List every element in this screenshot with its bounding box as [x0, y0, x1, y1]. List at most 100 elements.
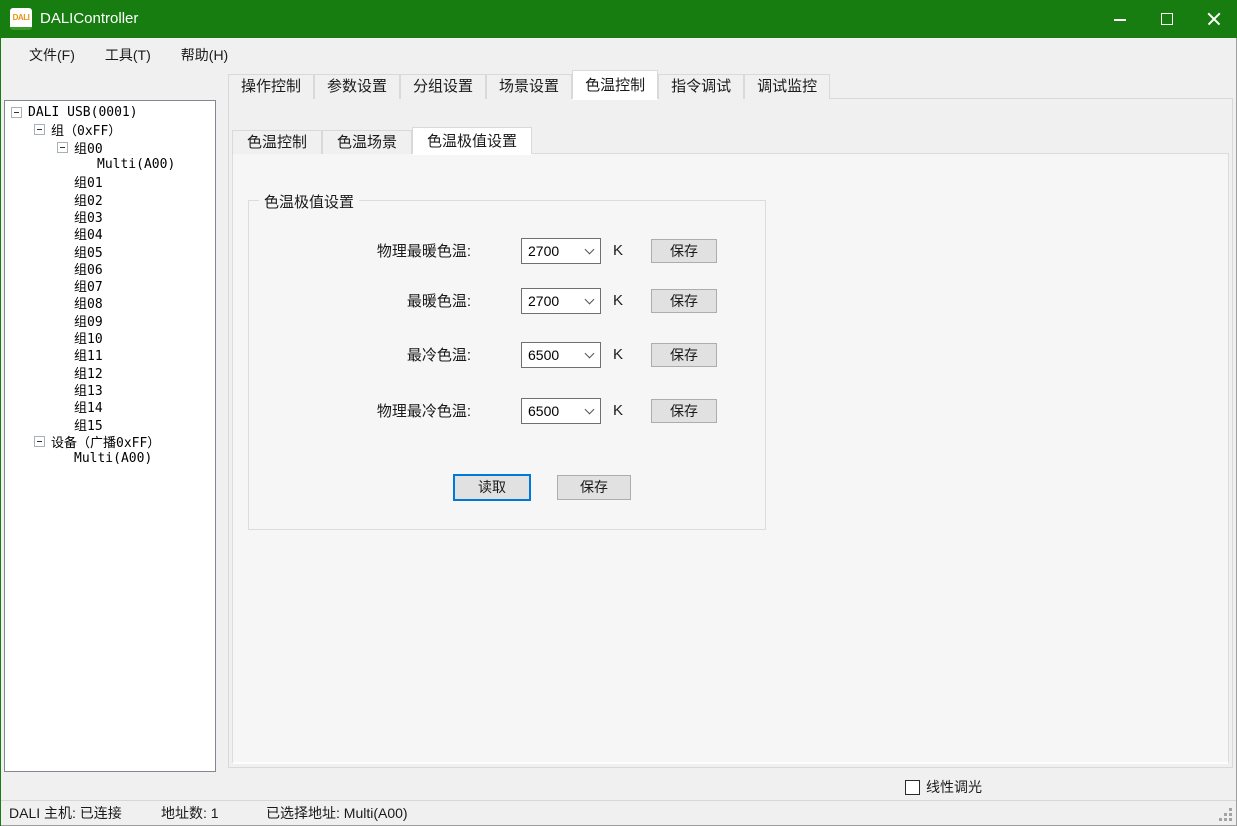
tree-node[interactable]: Multi(A00)	[5, 156, 215, 173]
tree-indent	[5, 164, 80, 165]
tree-node-label: 组10	[74, 328, 103, 347]
tree-indent	[5, 441, 34, 442]
chevron-down-icon	[585, 295, 595, 305]
tree-indent	[5, 389, 57, 390]
main-tab-strip: 操作控制 参数设置 分组设置 场景设置 色温控制 指令调试 调试监控	[228, 70, 830, 99]
tab-scene-settings[interactable]: 场景设置	[486, 74, 572, 99]
collapse-icon[interactable]	[34, 124, 45, 135]
status-bar: DALI 主机: 已连接 地址数: 1 已选择地址: Multi(A00)	[1, 800, 1236, 825]
title-bar: DALI DALIController	[0, 0, 1237, 38]
tree-node-label: 组02	[74, 190, 103, 209]
physical-warmest-cct-select[interactable]: 2700	[521, 238, 601, 264]
status-host-connection: DALI 主机: 已连接	[9, 801, 122, 825]
close-button[interactable]	[1190, 0, 1237, 38]
tab-grouping-settings[interactable]: 分组设置	[400, 74, 486, 99]
save-warmest-button[interactable]: 保存	[651, 289, 717, 313]
subtab-cct-control[interactable]: 色温控制	[232, 130, 322, 154]
tree-node[interactable]: 组（0xFF）	[5, 121, 215, 138]
collapse-icon[interactable]	[34, 436, 45, 447]
tree-node[interactable]: 组04	[5, 225, 215, 242]
minimize-icon	[1114, 19, 1126, 21]
coolest-cct-select[interactable]: 6500	[521, 342, 601, 368]
tree-indent	[5, 129, 34, 130]
save-all-button[interactable]: 保存	[557, 475, 631, 500]
tree-node[interactable]: 组09	[5, 312, 215, 329]
tree-node-label: Multi(A00)	[97, 157, 175, 172]
tree-node[interactable]: 设备（广播0xFF）	[5, 433, 215, 450]
tree-indent	[5, 458, 57, 459]
tree-node-label: 组00	[74, 138, 103, 157]
tree-node[interactable]: 组10	[5, 329, 215, 346]
tree-node-label: 组03	[74, 207, 103, 226]
cct-limits-page: 色温极值设置 物理最暖色温: 2700 K 保存 最暖色温: 2700	[232, 153, 1229, 764]
save-physical-warmest-button[interactable]: 保存	[651, 239, 717, 263]
warmest-cct-label: 最暖色温:	[407, 288, 471, 315]
chevron-down-icon	[585, 405, 595, 415]
tree-node[interactable]: 组08	[5, 294, 215, 311]
tree-node[interactable]: 组15	[5, 415, 215, 432]
tree-indent	[5, 268, 57, 269]
row-warmest-cct: 最暖色温: 2700 K 保存	[249, 288, 765, 316]
physical-coolest-cct-label: 物理最冷色温:	[377, 398, 471, 425]
tree-indent	[5, 181, 57, 182]
close-icon	[1207, 12, 1221, 26]
tree-node[interactable]: Multi(A00)	[5, 450, 215, 467]
resize-grip[interactable]	[1229, 818, 1232, 821]
read-button[interactable]: 读取	[453, 474, 531, 501]
tab-cct-control[interactable]: 色温控制	[572, 70, 658, 99]
tree-node[interactable]: 组06	[5, 260, 215, 277]
tree-node[interactable]: 组01	[5, 173, 215, 190]
chevron-down-icon	[585, 245, 595, 255]
maximize-icon	[1161, 13, 1173, 25]
tree-indent	[5, 147, 57, 148]
tab-operation-control[interactable]: 操作控制	[228, 74, 314, 99]
tree-node[interactable]: 组11	[5, 346, 215, 363]
maximize-button[interactable]	[1143, 0, 1190, 38]
tree-node[interactable]: 组13	[5, 381, 215, 398]
tab-parameter-settings[interactable]: 参数设置	[314, 74, 400, 99]
tree-indent	[5, 423, 57, 424]
tree-node[interactable]: 组00	[5, 139, 215, 156]
save-coolest-button[interactable]: 保存	[651, 343, 717, 367]
save-physical-coolest-button[interactable]: 保存	[651, 399, 717, 423]
cct-control-page: 色温控制 色温场景 色温极值设置 色温极值设置 物理最暖色温: 2700 K 保…	[228, 98, 1233, 768]
tree-node-label: 组14	[74, 397, 103, 416]
status-address-count: 地址数: 1	[161, 801, 219, 825]
combo-value: 2700	[528, 239, 559, 263]
subtab-cct-limits[interactable]: 色温极值设置	[412, 127, 532, 154]
tree-node-label: 组05	[74, 242, 103, 261]
minimize-button[interactable]	[1096, 0, 1143, 38]
tab-debug-monitor[interactable]: 调试监控	[744, 74, 830, 99]
tree-node[interactable]: 组07	[5, 277, 215, 294]
tree-node-label: Multi(A00)	[74, 451, 152, 466]
tree-node-label: 组01	[74, 172, 103, 191]
physical-coolest-cct-select[interactable]: 6500	[521, 398, 601, 424]
tree-node[interactable]: 组02	[5, 190, 215, 207]
tree-node[interactable]: DALI USB(0001)	[5, 104, 215, 121]
linear-dimming-option: 线性调光	[905, 777, 982, 797]
coolest-cct-label: 最冷色温:	[407, 342, 471, 369]
tree-node[interactable]: 组03	[5, 208, 215, 225]
tree-node-label: 组15	[74, 415, 103, 434]
cct-limits-groupbox: 色温极值设置 物理最暖色温: 2700 K 保存 最暖色温: 2700	[248, 200, 766, 530]
row-physical-coolest-cct: 物理最冷色温: 6500 K 保存	[249, 398, 765, 426]
tree-node[interactable]: 组05	[5, 242, 215, 259]
window-title: DALIController	[40, 0, 138, 38]
menu-tools[interactable]: 工具(T)	[97, 41, 159, 69]
tree-indent	[5, 233, 57, 234]
tree-indent	[5, 302, 57, 303]
subtab-cct-scene[interactable]: 色温场景	[322, 130, 412, 154]
tree-node[interactable]: 组14	[5, 398, 215, 415]
window-controls	[1096, 0, 1237, 38]
menu-help[interactable]: 帮助(H)	[173, 41, 236, 69]
warmest-cct-select[interactable]: 2700	[521, 288, 601, 314]
linear-dimming-checkbox[interactable]	[905, 780, 920, 795]
sub-tab-strip: 色温控制 色温场景 色温极值设置	[232, 127, 532, 154]
collapse-icon[interactable]	[11, 107, 22, 118]
collapse-icon[interactable]	[57, 142, 68, 153]
chevron-down-icon	[585, 349, 595, 359]
tree-indent	[5, 337, 57, 338]
tab-command-debug[interactable]: 指令调试	[658, 74, 744, 99]
tree-node[interactable]: 组12	[5, 363, 215, 380]
menu-file[interactable]: 文件(F)	[21, 41, 83, 69]
